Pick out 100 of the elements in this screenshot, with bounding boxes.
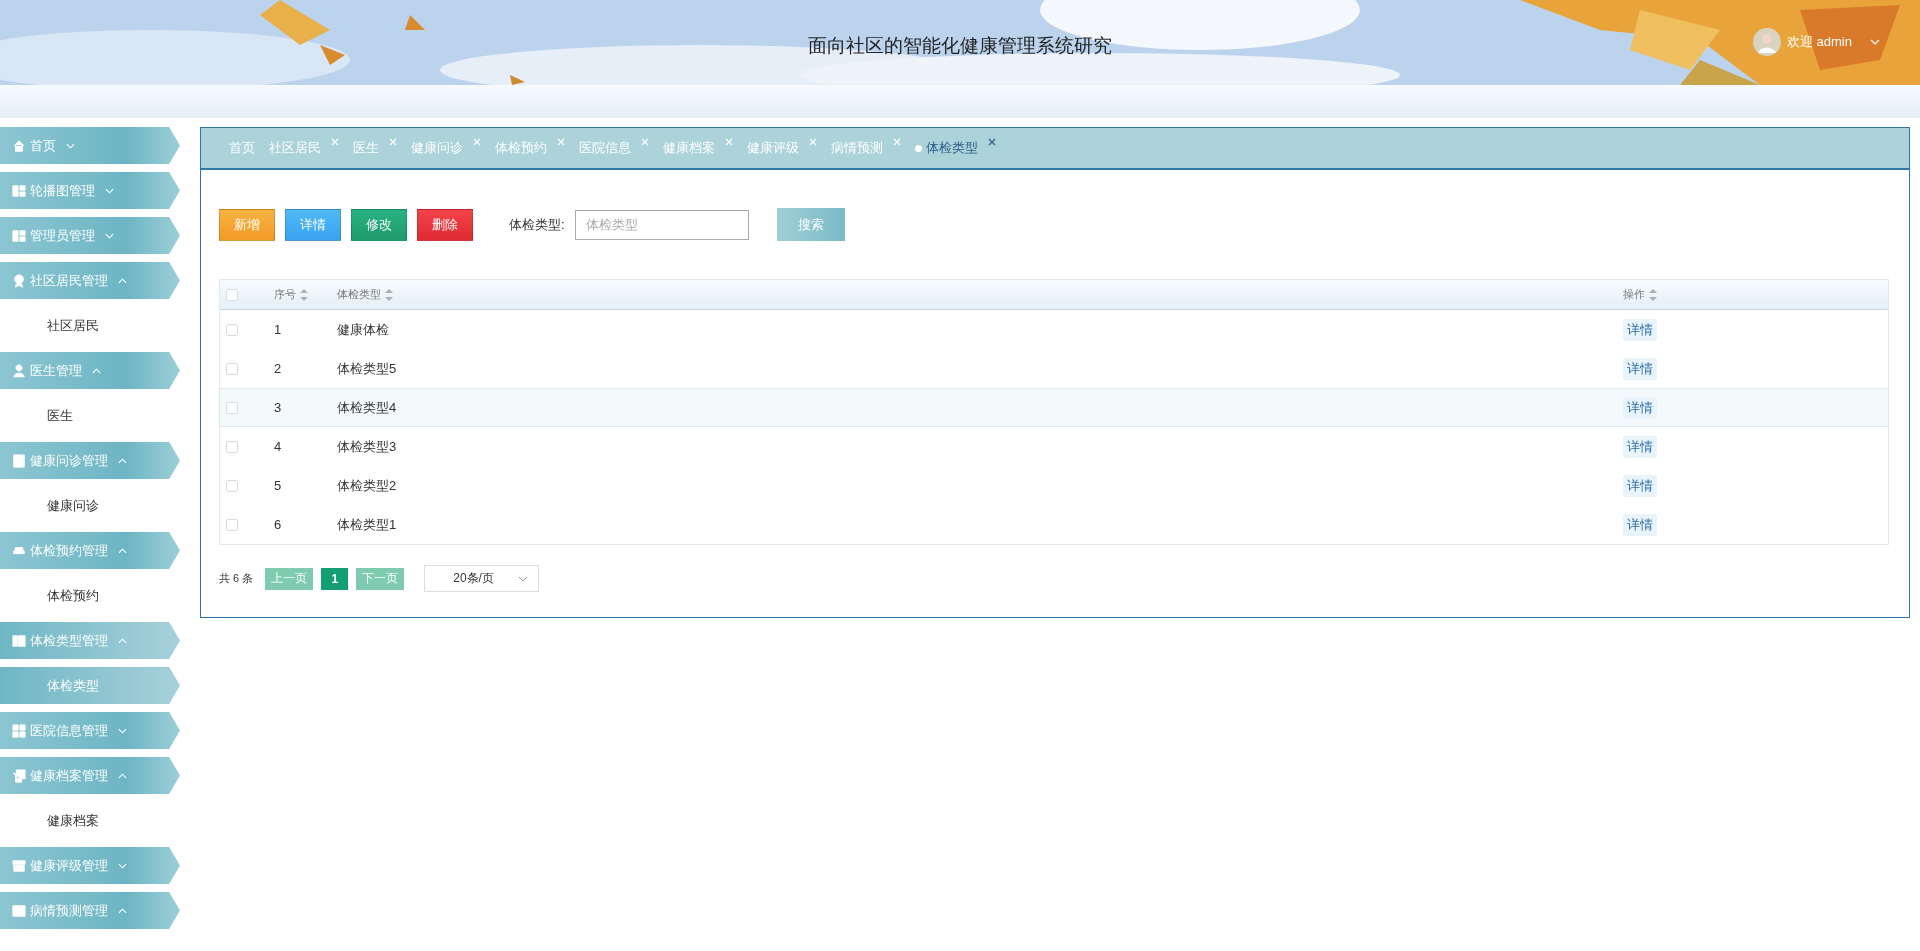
menu-icon bbox=[12, 363, 26, 378]
toolbar-button[interactable]: 删除 bbox=[417, 208, 473, 241]
menu-group[interactable]: 医生管理 bbox=[0, 352, 180, 389]
app-title: 面向社区的智能化健康管理系统研究 bbox=[808, 34, 1112, 58]
chevron-up-icon bbox=[92, 367, 101, 374]
chevron-up-icon bbox=[118, 547, 127, 554]
menu-icon bbox=[12, 138, 26, 153]
table-cell: 3 bbox=[274, 400, 282, 415]
table-cell: 5 bbox=[274, 478, 282, 493]
avatar-icon bbox=[1752, 28, 1781, 56]
table-cell: 体检类型2 bbox=[337, 476, 397, 495]
detail-button[interactable]: 详情 bbox=[1623, 318, 1657, 341]
menu-icon bbox=[12, 228, 26, 243]
page-button[interactable]: 1 bbox=[321, 567, 349, 590]
chevron-down-icon bbox=[105, 232, 114, 239]
tab[interactable]: 健康档案 bbox=[663, 139, 733, 157]
detail-button[interactable]: 详情 bbox=[1623, 435, 1657, 458]
menu-item[interactable]: 社区居民 bbox=[0, 307, 180, 344]
chevron-down-icon bbox=[118, 862, 127, 869]
welcome-text[interactable]: 欢迎 admin bbox=[1786, 33, 1852, 51]
active-dot-icon bbox=[915, 144, 922, 152]
chevron-up-icon bbox=[118, 907, 127, 914]
sort-icon[interactable] bbox=[300, 288, 308, 301]
chevron-up-icon bbox=[118, 457, 127, 464]
menu-group[interactable]: 健康评级管理 bbox=[0, 847, 180, 884]
tab[interactable]: 社区居民 bbox=[269, 139, 339, 157]
toolbar-button[interactable]: 新增 bbox=[219, 208, 275, 241]
total-count: 共 6 条 bbox=[219, 571, 254, 586]
table-cell: 6 bbox=[274, 517, 282, 532]
table-cell: 体检类型3 bbox=[337, 437, 397, 456]
menu-group[interactable]: 轮播图管理 bbox=[0, 172, 180, 209]
menu-group[interactable]: 健康档案管理 bbox=[0, 757, 180, 794]
menu-item[interactable]: 体检类型 bbox=[0, 667, 180, 704]
tab[interactable]: 体检类型 bbox=[915, 139, 996, 157]
menu-group[interactable]: 社区居民管理 bbox=[0, 262, 180, 299]
chevron-down-icon bbox=[105, 187, 114, 194]
next-page-button[interactable]: 下一页 bbox=[356, 567, 405, 590]
menu-group[interactable]: 医院信息管理 bbox=[0, 712, 180, 749]
table-cell: 体检类型4 bbox=[337, 398, 397, 417]
menu-group[interactable]: 体检类型管理 bbox=[0, 622, 180, 659]
menu-group[interactable]: 病情预测管理 bbox=[0, 892, 180, 929]
caret-icon[interactable] bbox=[1870, 39, 1880, 45]
menu-group[interactable]: 管理员管理 bbox=[0, 217, 180, 254]
search-button[interactable]: 搜索 bbox=[776, 208, 845, 241]
row-checkbox[interactable] bbox=[226, 440, 238, 453]
menu-item[interactable]: 健康档案 bbox=[0, 802, 180, 839]
chevron-up-icon bbox=[118, 277, 127, 284]
row-checkbox[interactable] bbox=[226, 479, 238, 492]
table-cell: 4 bbox=[274, 439, 282, 454]
tab[interactable]: 病情预测 bbox=[831, 139, 901, 157]
menu-icon bbox=[12, 903, 26, 918]
toolbar-button[interactable]: 详情 bbox=[285, 208, 341, 241]
table-cell: 体检类型1 bbox=[337, 515, 397, 534]
tab[interactable]: 医院信息 bbox=[579, 139, 649, 157]
search-field[interactable]: 体检类型 bbox=[574, 209, 749, 240]
sort-icon[interactable] bbox=[385, 288, 393, 301]
column-header[interactable]: 序号 bbox=[274, 287, 296, 302]
menu-icon bbox=[12, 768, 26, 783]
menu-icon bbox=[12, 453, 26, 468]
menu-item[interactable]: 医生 bbox=[0, 397, 180, 434]
detail-button[interactable]: 详情 bbox=[1623, 513, 1657, 536]
sort-icon[interactable] bbox=[1649, 288, 1657, 301]
menu-group[interactable]: 首页 bbox=[0, 127, 180, 164]
table-cell: 2 bbox=[274, 361, 282, 376]
row-checkbox[interactable] bbox=[226, 401, 238, 414]
menu-icon bbox=[12, 858, 26, 873]
tab[interactable]: 医生 bbox=[353, 139, 397, 157]
column-header[interactable]: 体检类型 bbox=[337, 287, 381, 302]
tab[interactable]: 健康评级 bbox=[747, 139, 817, 157]
toolbar-button[interactable]: 修改 bbox=[351, 208, 407, 241]
detail-button[interactable]: 详情 bbox=[1623, 474, 1657, 497]
row-checkbox[interactable] bbox=[226, 518, 238, 531]
caret-icon bbox=[518, 575, 529, 582]
page-size-select[interactable]: 20条/页 bbox=[424, 565, 540, 592]
search-label: 体检类型: bbox=[509, 215, 565, 234]
chevron-down-icon bbox=[66, 142, 75, 149]
chevron-down-icon bbox=[118, 727, 127, 734]
menu-group[interactable]: 健康问诊管理 bbox=[0, 442, 180, 479]
chevron-up-icon bbox=[118, 637, 127, 644]
row-checkbox[interactable] bbox=[226, 362, 238, 375]
detail-button[interactable]: 详情 bbox=[1623, 357, 1657, 380]
menu-icon bbox=[12, 183, 26, 198]
tab[interactable]: 体检预约 bbox=[495, 139, 565, 157]
menu-item[interactable]: 健康问诊 bbox=[0, 487, 180, 524]
menu-icon bbox=[12, 633, 26, 648]
detail-button[interactable]: 详情 bbox=[1623, 396, 1657, 419]
tab[interactable]: 健康问诊 bbox=[411, 139, 481, 157]
select-all-checkbox[interactable] bbox=[226, 288, 238, 301]
chevron-up-icon bbox=[118, 772, 127, 779]
table-cell: 健康体检 bbox=[337, 320, 389, 339]
close-icon[interactable] bbox=[988, 138, 996, 146]
row-checkbox[interactable] bbox=[226, 323, 238, 336]
prev-page-button[interactable]: 上一页 bbox=[265, 567, 314, 590]
table-cell: 1 bbox=[274, 322, 282, 337]
menu-item[interactable]: 体检预约 bbox=[0, 577, 180, 614]
column-header[interactable]: 操作 bbox=[1623, 287, 1645, 302]
menu-icon bbox=[12, 723, 26, 738]
table-cell: 体检类型5 bbox=[337, 359, 397, 378]
menu-group[interactable]: 体检预约管理 bbox=[0, 532, 180, 569]
tab[interactable]: 首页 bbox=[229, 139, 255, 157]
